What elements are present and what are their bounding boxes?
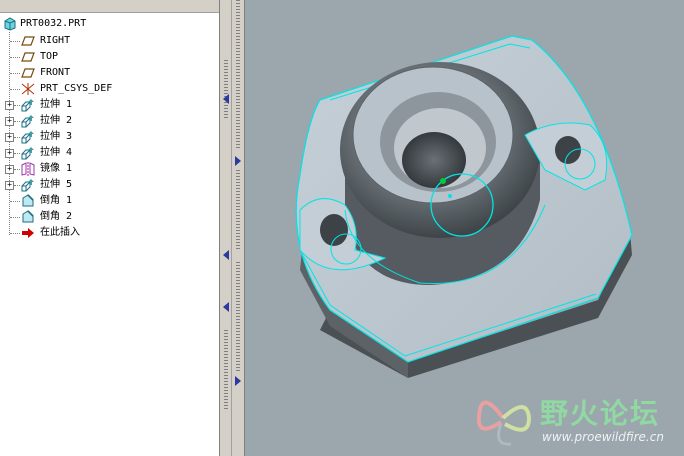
model-tree-panel: PRT0032.PRT RIGHT TOP FRONT PRT_CSYS_DEF… bbox=[0, 0, 220, 456]
tree-item-label: 拉伸 2 bbox=[40, 115, 73, 126]
chamfer-icon bbox=[21, 194, 35, 208]
watermark-url: www.proewildfire.cn bbox=[542, 430, 664, 444]
chamfer-icon bbox=[21, 210, 35, 224]
expand-icon[interactable]: + bbox=[5, 133, 14, 142]
tree-item-label: 倒角 1 bbox=[40, 195, 73, 206]
tree-item-extrude-2[interactable]: + 拉伸 2 bbox=[0, 113, 219, 129]
collapse-arrow-icon[interactable] bbox=[222, 250, 230, 260]
expand-icon[interactable]: + bbox=[5, 181, 14, 190]
collapse-arrow-icon[interactable] bbox=[222, 302, 230, 312]
tree-item-csys[interactable]: PRT_CSYS_DEF bbox=[0, 81, 219, 97]
tree-item-label: PRT_CSYS_DEF bbox=[40, 83, 113, 94]
datum-plane-icon bbox=[21, 34, 35, 48]
tree-item-right[interactable]: RIGHT bbox=[0, 33, 219, 49]
extrude-icon bbox=[21, 130, 35, 144]
watermark-title: 野火论坛 bbox=[540, 397, 661, 430]
tree-item-top[interactable]: TOP bbox=[0, 49, 219, 65]
expand-arrow-icon[interactable] bbox=[234, 376, 242, 386]
tree-item-label: 在此插入 bbox=[40, 227, 80, 238]
extrude-icon bbox=[21, 114, 35, 128]
part-icon bbox=[3, 17, 17, 31]
tree-item-label: TOP bbox=[40, 51, 59, 62]
graphics-viewport[interactable] bbox=[245, 0, 684, 456]
tree-item-chamfer-2[interactable]: 倒角 2 bbox=[0, 209, 219, 225]
expand-icon[interactable]: + bbox=[5, 165, 14, 174]
tree-item-extrude-1[interactable]: + 拉伸 1 bbox=[0, 97, 219, 113]
tree-item-extrude-5[interactable]: + 拉伸 5 bbox=[0, 177, 219, 193]
collapse-arrow-icon[interactable] bbox=[222, 94, 230, 104]
tree-item-label: 拉伸 5 bbox=[40, 179, 73, 190]
expand-icon[interactable]: + bbox=[5, 117, 14, 126]
csys-icon bbox=[21, 82, 35, 96]
tree-item-mirror-1[interactable]: + 镜像 1 bbox=[0, 161, 219, 177]
tree-item-label: RIGHT bbox=[40, 35, 71, 46]
tree-item-extrude-4[interactable]: + 拉伸 4 bbox=[0, 145, 219, 161]
forum-logo-icon bbox=[476, 400, 532, 446]
part-model[interactable] bbox=[245, 0, 684, 456]
insert-here-arrow-icon bbox=[21, 226, 35, 240]
tree-item-label: 拉伸 3 bbox=[40, 131, 73, 142]
tree-item-label: 倒角 2 bbox=[40, 211, 73, 222]
expand-arrow-icon[interactable] bbox=[234, 156, 242, 166]
navigator-splitter[interactable] bbox=[232, 0, 245, 456]
tree-item-extrude-3[interactable]: + 拉伸 3 bbox=[0, 129, 219, 145]
tree-item-label: 镜像 1 bbox=[40, 163, 73, 174]
tree-item-front[interactable]: FRONT bbox=[0, 65, 219, 81]
tree-root-item[interactable]: PRT0032.PRT bbox=[0, 16, 219, 32]
expand-icon[interactable]: + bbox=[5, 101, 14, 110]
tree-item-label: FRONT bbox=[40, 67, 71, 78]
extrude-icon bbox=[21, 98, 35, 112]
datum-plane-icon bbox=[21, 50, 35, 64]
expand-icon[interactable]: + bbox=[5, 149, 14, 158]
mirror-icon bbox=[21, 162, 35, 176]
datum-plane-icon bbox=[21, 66, 35, 80]
model-tree-header bbox=[0, 0, 219, 13]
tree-root-label: PRT0032.PRT bbox=[20, 18, 87, 29]
extrude-icon bbox=[21, 146, 35, 160]
tree-item-label: 拉伸 1 bbox=[40, 99, 73, 110]
tree-item-label: 拉伸 4 bbox=[40, 147, 73, 158]
tree-item-insert-here[interactable]: 在此插入 bbox=[0, 225, 219, 241]
tree-item-chamfer-1[interactable]: 倒角 1 bbox=[0, 193, 219, 209]
panel-splitter[interactable] bbox=[220, 0, 232, 456]
extrude-icon bbox=[21, 178, 35, 192]
